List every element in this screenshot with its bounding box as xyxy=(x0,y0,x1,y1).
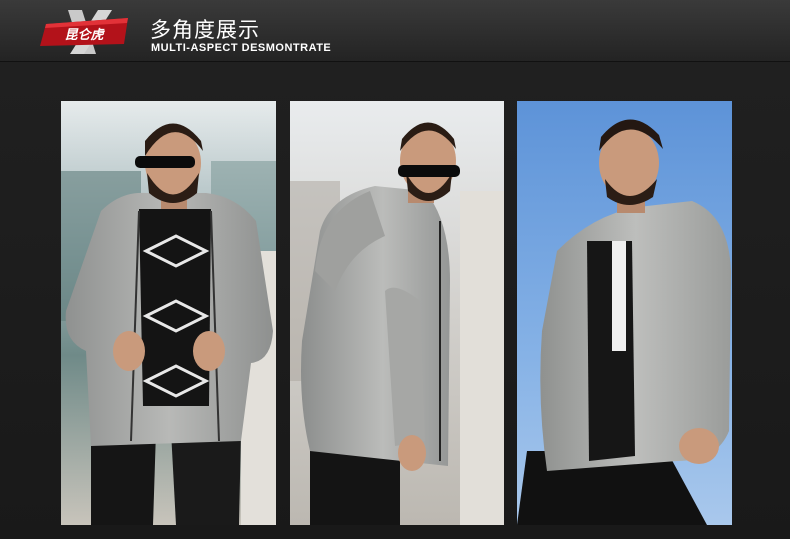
product-photo-angled xyxy=(517,101,732,525)
svg-text:昆仑虎: 昆仑虎 xyxy=(64,27,105,43)
brand-logo: 昆仑虎 xyxy=(40,10,128,54)
section-header: 昆仑虎 多角度展示 MULTI-ASPECT DESMONTRATE xyxy=(0,0,790,62)
product-photo-front xyxy=(61,101,276,525)
section-subtitle: MULTI-ASPECT DESMONTRATE xyxy=(151,42,332,54)
section-title: 多角度展示 xyxy=(150,18,260,42)
product-photo-side xyxy=(290,101,504,525)
